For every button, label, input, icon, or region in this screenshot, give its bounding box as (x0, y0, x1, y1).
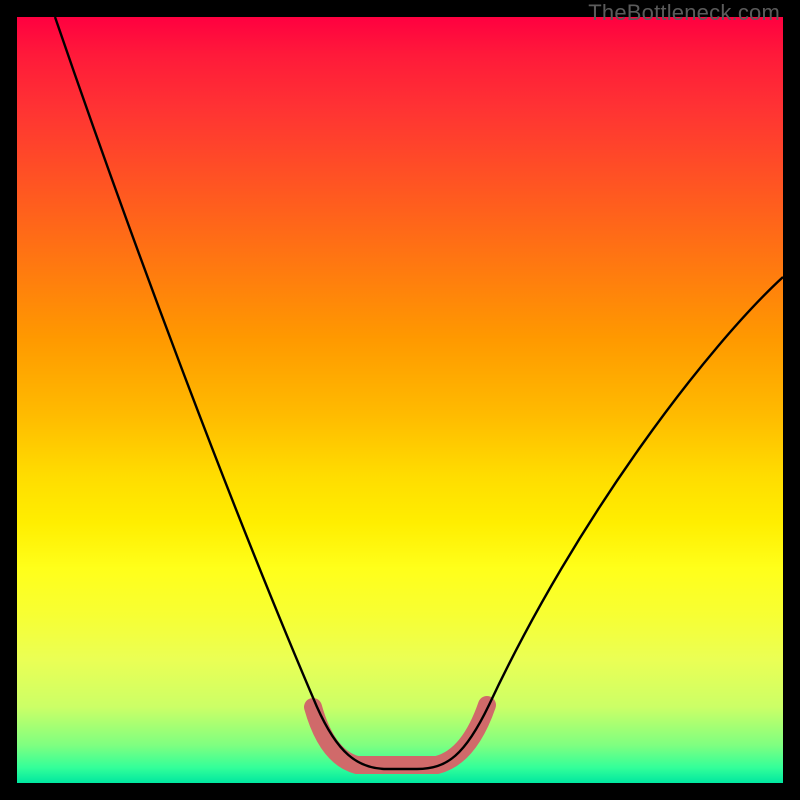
chart-frame: TheBottleneck.com (0, 0, 800, 800)
chart-svg (17, 17, 783, 783)
curve-right-branch (417, 277, 783, 769)
plot-area (17, 17, 783, 783)
optimal-band-overlay (313, 705, 487, 765)
watermark-text: TheBottleneck.com (588, 0, 780, 26)
curve-left-branch (55, 17, 387, 769)
